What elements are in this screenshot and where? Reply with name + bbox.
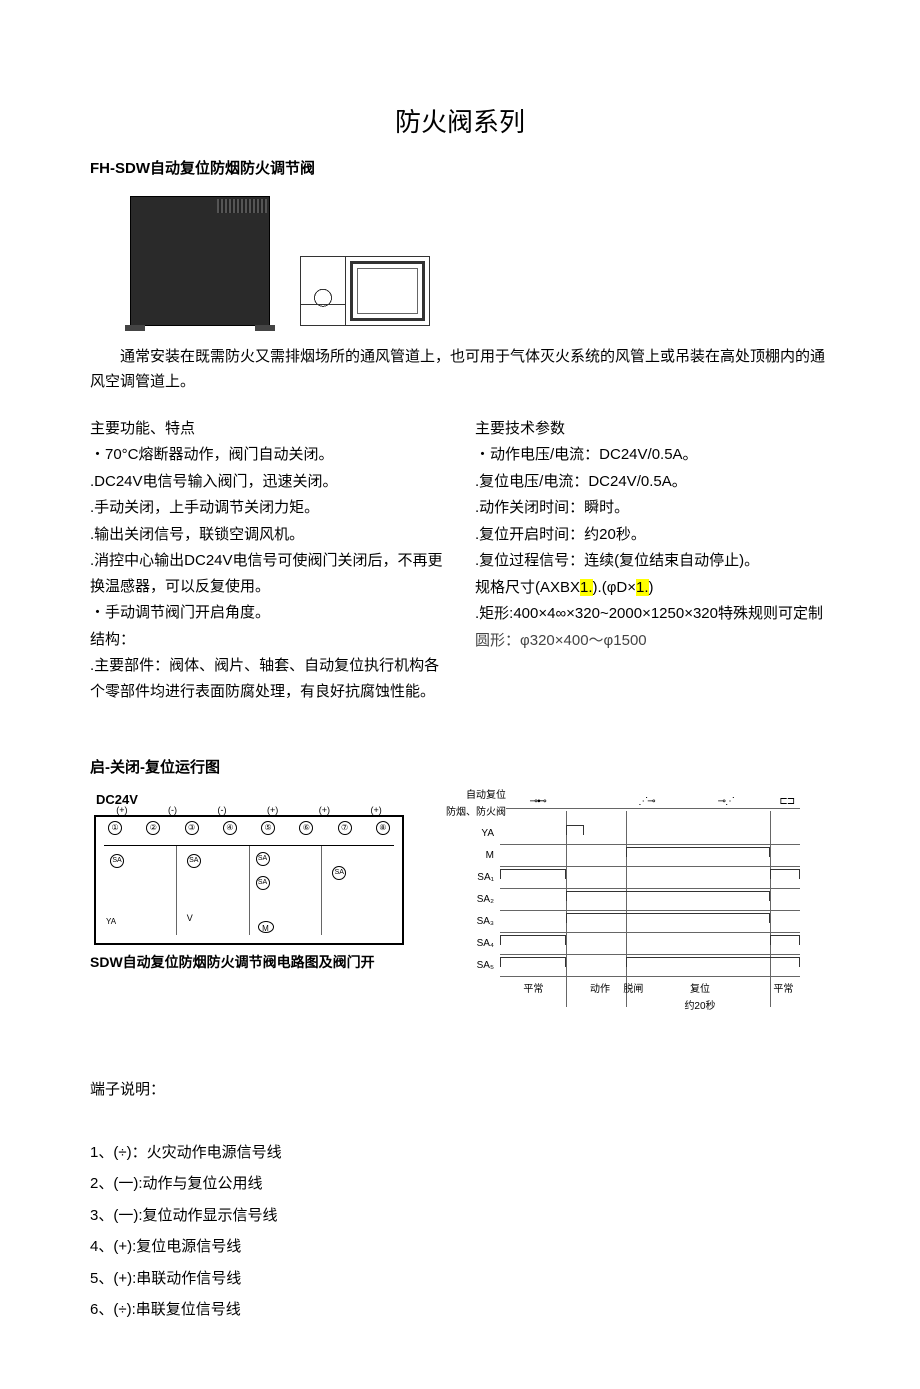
terminal-item: 3、(一):复位动作显示信号线 — [90, 1203, 830, 1229]
param-item: .动作关闭时间：瞬时。 — [475, 495, 830, 521]
params-column: 主要技术参数 ・动作电压/电流：DC24V/0.5A。 .复位电压/电流：DC2… — [475, 415, 830, 706]
specs-columns: 主要功能、特点 ・70°C熔断器动作，阀门自动关闭。 .DC24V电信号输入阀门… — [90, 415, 830, 706]
param-item: .复位过程信号：连续(复位结束自动停止)。 — [475, 548, 830, 574]
terminal-item: 6、(÷):串联复位信号线 — [90, 1297, 830, 1323]
image-row — [90, 196, 830, 326]
features-column: 主要功能、特点 ・70°C熔断器动作，阀门自动关闭。 .DC24V电信号输入阀门… — [90, 415, 445, 706]
terminal-heading: 端子说明： — [90, 1077, 830, 1103]
feature-item: ・70°C熔断器动作，阀门自动关闭。 — [90, 442, 445, 468]
param-item: .复位开启时间：约20秒。 — [475, 522, 830, 548]
circuit-diagram: DC24V (+) (-) (-) (+) (+) (+) ① ② ③ ④ ⑤ … — [90, 787, 410, 975]
terminal-item: 5、(+):串联动作信号线 — [90, 1266, 830, 1292]
params-heading: 主要技术参数 — [475, 416, 830, 442]
technical-drawing — [300, 256, 430, 326]
param-item-truncated: 圆形：φ320×400～φ1500 — [475, 628, 830, 654]
param-item: .复位电压/电流：DC24V/0.5A。 — [475, 469, 830, 495]
structure-heading: 结构： — [90, 627, 445, 653]
product-photo — [130, 196, 270, 326]
intro-paragraph: 通常安装在既需防火又需排烟场所的通风管道上，也可用于气体灭火系统的风管上或吊装在… — [90, 344, 830, 395]
terminal-item: 4、(+):复位电源信号线 — [90, 1234, 830, 1260]
terminal-item: 1、(÷)：火灾动作电源信号线 — [90, 1140, 830, 1166]
feature-item: .手动关闭，上手动调节关闭力矩。 — [90, 495, 445, 521]
feature-item: .消控中心输出DC24V电信号可使阀门关闭后，不再更换温感器，可以反复使用。 — [90, 548, 445, 599]
feature-item: ・手动调节阀门开启角度。 — [90, 600, 445, 626]
feature-item: .DC24V电信号输入阀门，迅速关闭。 — [90, 469, 445, 495]
features-heading: 主要功能、特点 — [90, 416, 445, 442]
circuit-box: (+) (-) (-) (+) (+) (+) ① ② ③ ④ ⑤ ⑥ ⑦ ⑧ … — [94, 815, 404, 945]
param-item: ・动作电压/电流：DC24V/0.5A。 — [475, 442, 830, 468]
terminal-item: 2、(一):动作与复位公用线 — [90, 1171, 830, 1197]
operation-diagram-title: 启-关闭-复位运行图 — [90, 755, 830, 781]
param-item: .矩形:400×4∞×320~2000×1250×320特殊规则可定制 — [475, 601, 830, 627]
param-item: 规格尺寸(AXBX1.).(φD×1.) — [475, 575, 830, 601]
feature-item: .输出关闭信号，联锁空调风机。 — [90, 522, 445, 548]
circuit-caption: SDW自动复位防烟防火调节阀电路图及阀门开 — [90, 951, 410, 975]
terminal-section: 端子说明： 1、(÷)：火灾动作电源信号线 2、(一):动作与复位公用线 3、(… — [90, 1077, 830, 1323]
structure-body: .主要部件：阀体、阀片、轴套、自动复位执行机构各个零部件均进行表面防腐处理，有良… — [90, 653, 445, 704]
product-subtitle: FH-SDW自动复位防烟防火调节阀 — [90, 156, 830, 182]
diagram-row: DC24V (+) (-) (-) (+) (+) (+) ① ② ③ ④ ⑤ … — [90, 787, 830, 1047]
timing-diagram: 自动复位 防烟、防火阀 ⊸⊷ ⋰⊸ ⊸⋰ ⊏⊐ YA M SA₁ SA₂ SA₃… — [440, 787, 800, 1047]
page-title: 防火阀系列 — [90, 100, 830, 144]
